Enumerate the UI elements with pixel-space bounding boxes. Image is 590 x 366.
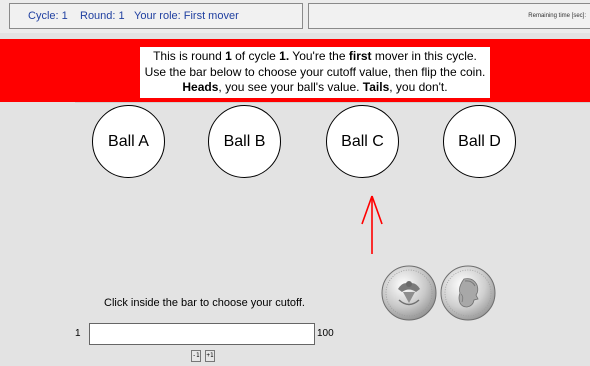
bar-max-label: 100 bbox=[317, 328, 334, 339]
top-bar: Cycle: 1 Round: 1 Your role: First mover… bbox=[0, 0, 590, 33]
ball-b[interactable]: Ball B bbox=[208, 105, 281, 178]
bar-min-label: 1 bbox=[75, 328, 81, 339]
up-arrow-icon bbox=[361, 195, 383, 254]
ball-c[interactable]: Ball C bbox=[326, 105, 399, 178]
increment-button[interactable]: +1 bbox=[205, 350, 215, 362]
ball-a[interactable]: Ball A bbox=[92, 105, 165, 178]
timer-label: Remaining time [sec]: bbox=[528, 13, 586, 19]
cycle-label: Cycle: 1 bbox=[28, 10, 68, 22]
session-info-box: Cycle: 1 Round: 1 Your role: First mover bbox=[9, 3, 303, 29]
quarter-heads-icon[interactable] bbox=[381, 265, 437, 321]
cutoff-instruction: Click inside the bar to choose your cuto… bbox=[104, 297, 305, 309]
ball-d[interactable]: Ball D bbox=[443, 105, 516, 178]
cutoff-bar[interactable] bbox=[89, 323, 315, 345]
role-label: Your role: First mover bbox=[134, 10, 239, 22]
quarter-tails-icon[interactable] bbox=[440, 265, 496, 321]
instruction-message: This is round 1 of cycle 1. You're the f… bbox=[140, 47, 490, 98]
timer-box: Remaining time [sec]: bbox=[308, 3, 590, 29]
round-label: Round: 1 bbox=[80, 10, 125, 22]
decrement-button[interactable]: -1 bbox=[191, 350, 201, 362]
message-line-1: This is round 1 of cycle 1. You're the f… bbox=[153, 49, 477, 63]
message-line-2: Use the bar below to choose your cutoff … bbox=[144, 64, 486, 79]
divider bbox=[75, 102, 590, 103]
message-line-3: Heads, you see your ball's value. Tails,… bbox=[182, 80, 448, 94]
